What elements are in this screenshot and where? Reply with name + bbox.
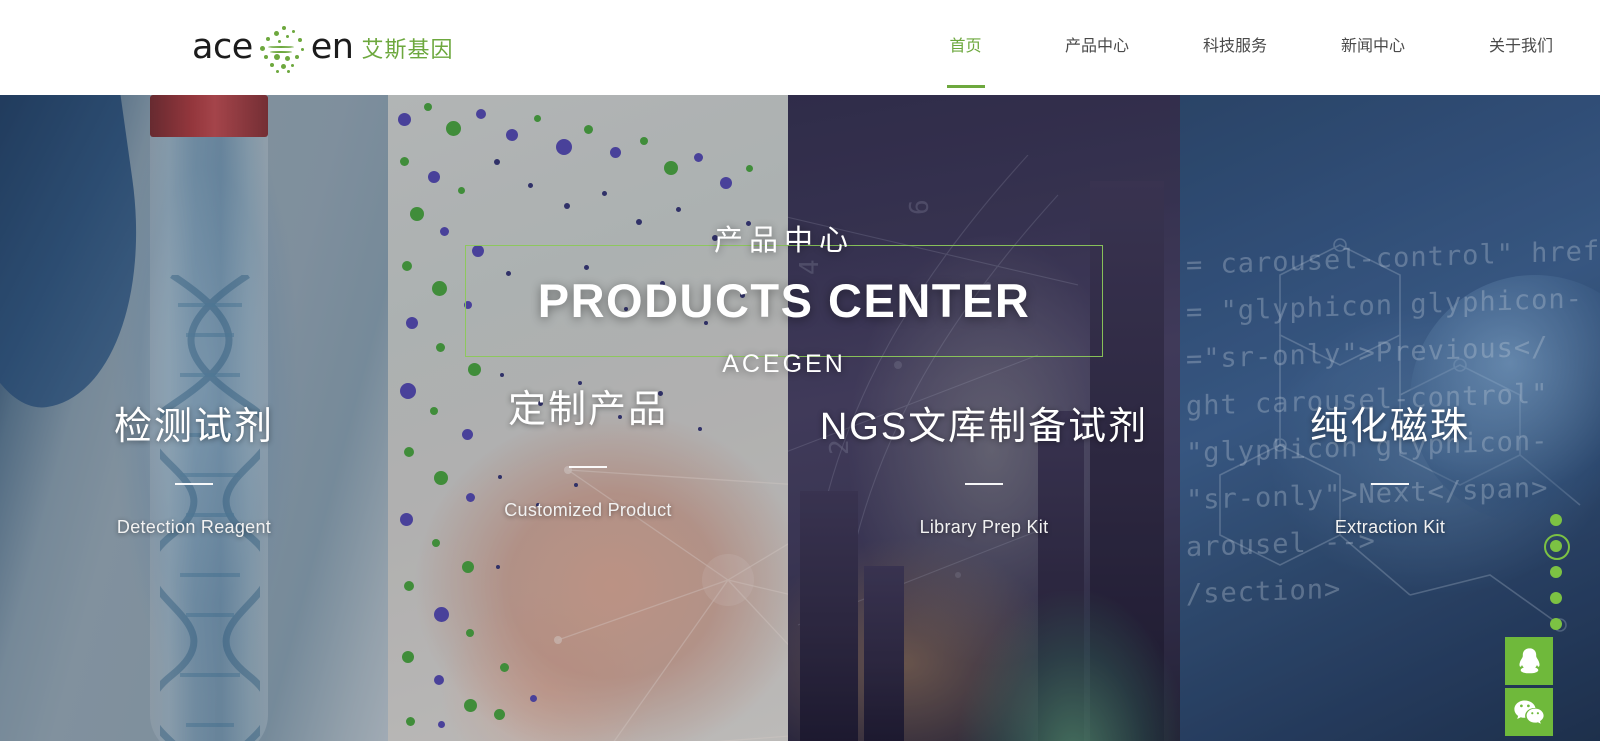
molecule-dots-icon <box>254 24 310 73</box>
nav-item-label: 科技服务 <box>1202 37 1267 55</box>
panel-title-cn: NGS文库制备试剂 <box>819 406 1149 448</box>
panel-divider <box>965 482 1003 485</box>
hero-panel-library-prep-kit[interactable]: 5 4 2 1 6 NGS文库制备试剂 Library Prep Kit <box>788 95 1180 741</box>
panel-title-en: Extraction Kit <box>1334 516 1446 537</box>
hero-carousel: 检测试剂 Detection Reagent 定制产品 Customized P… <box>0 95 1600 741</box>
panel-title-cn: 纯化磁珠 <box>1309 406 1470 448</box>
site-logo[interactable]: ace en 艾斯基因 <box>192 24 454 73</box>
nav-item-home[interactable]: 首页 <box>903 0 1028 95</box>
logo-chinese-name: 艾斯基因 <box>361 37 454 63</box>
nav-item-products[interactable]: 产品中心 <box>1028 0 1166 95</box>
panel-title-cn: 检测试剂 <box>113 406 274 448</box>
panel-title-cn: 定制产品 <box>507 389 668 431</box>
panel-label-block: 定制产品 Customized Product <box>388 388 788 521</box>
floating-contact-buttons <box>1505 637 1553 736</box>
nav-item-label: 产品中心 <box>1064 37 1129 55</box>
nav-item-label: 关于我们 <box>1488 37 1553 55</box>
panel-title-en: Customized Product <box>504 499 672 520</box>
nav-item-about[interactable]: 关于我们 <box>1442 0 1600 95</box>
hero-panel-detection-reagent[interactable]: 检测试剂 Detection Reagent <box>0 95 388 741</box>
site-header: ace en 艾斯基因 首页 产品中心 科技服务 新闻中心 关于我们 <box>0 0 1600 95</box>
hero-center-title: 产品中心 PRODUCTS CENTER ACEGEN <box>465 225 1103 378</box>
qq-contact-button[interactable] <box>1505 637 1553 685</box>
logo-word-left: ace <box>192 27 253 67</box>
panel-title-en: Library Prep Kit <box>919 516 1049 537</box>
nav-item-news[interactable]: 新闻中心 <box>1304 0 1442 95</box>
qq-icon <box>1518 647 1540 673</box>
wechat-icon <box>1514 700 1544 724</box>
logo-word-right: en <box>310 27 354 67</box>
carousel-dot-3[interactable] <box>1550 566 1562 578</box>
hero-panel-customized-product[interactable]: 定制产品 Customized Product <box>388 95 788 741</box>
panel-title-en: Detection Reagent <box>116 516 272 537</box>
nav-item-services[interactable]: 科技服务 <box>1166 0 1304 95</box>
carousel-indicators <box>1544 507 1570 637</box>
wechat-contact-button[interactable] <box>1505 688 1553 736</box>
panel-divider <box>569 465 607 468</box>
carousel-dot-5[interactable] <box>1550 618 1562 630</box>
nav-item-label: 首页 <box>949 37 982 55</box>
hero-brand-name: ACEGEN <box>722 350 846 378</box>
main-navigation: 首页 产品中心 科技服务 新闻中心 关于我们 <box>903 0 1600 95</box>
panel-label-block: NGS文库制备试剂 Library Prep Kit <box>788 405 1180 538</box>
carousel-dot-1[interactable] <box>1550 514 1562 526</box>
panel-label-block: 检测试剂 Detection Reagent <box>0 405 388 538</box>
panel-divider <box>175 482 213 485</box>
hero-title-en: PRODUCTS CENTER <box>537 274 1031 327</box>
nav-active-underline <box>946 85 985 88</box>
panel-divider <box>1371 482 1409 485</box>
carousel-dot-2[interactable] <box>1544 534 1570 560</box>
panel-label-block: 纯化磁珠 Extraction Kit <box>1180 405 1600 538</box>
hero-title-cn: 产品中心 <box>713 225 854 257</box>
carousel-dot-4[interactable] <box>1550 592 1562 604</box>
nav-item-label: 新闻中心 <box>1340 37 1405 55</box>
